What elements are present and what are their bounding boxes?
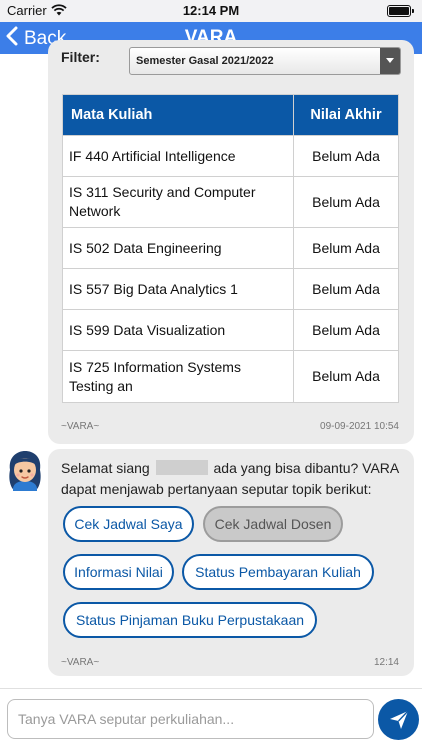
filter-label: Filter: [61, 49, 100, 65]
message-input[interactable] [7, 699, 374, 739]
table-row: IS 311 Security and Computer Network Bel… [62, 176, 399, 228]
chevron-down-icon [380, 48, 400, 74]
course-cell: IS 725 Information Systems Testing an [62, 350, 294, 403]
filter-value: Semester Gasal 2021/2022 [136, 55, 274, 67]
message-sender: ~VARA~ [61, 657, 100, 668]
column-header-course: Mata Kuliah [62, 94, 294, 136]
grade-cell: Belum Ada [293, 268, 399, 310]
grades-table: Mata Kuliah Nilai Akhir IF 440 Artificia… [62, 94, 399, 403]
message-sender: ~VARA~ [61, 421, 100, 432]
grade-cell: Belum Ada [293, 227, 399, 269]
table-row: IS 599 Data Visualization Belum Ada [62, 309, 399, 351]
send-button[interactable] [378, 699, 419, 740]
table-row: IS 557 Big Data Analytics 1 Belum Ada [62, 268, 399, 310]
redacted-name [155, 460, 208, 475]
status-time: 12:14 PM [182, 3, 240, 18]
grade-cell: Belum Ada [293, 309, 399, 351]
column-header-grade: Nilai Akhir [293, 94, 399, 136]
message-timestamp: 12:14 [373, 657, 399, 668]
greeting-text: Selamat siang ada yang bisa dibantu? VAR… [61, 458, 406, 500]
table-header-row: Mata Kuliah Nilai Akhir [62, 94, 399, 136]
grade-cell: Belum Ada [293, 350, 399, 403]
course-cell: IS 557 Big Data Analytics 1 [62, 268, 294, 310]
option-status-pinjaman-buku[interactable]: Status Pinjaman Buku Perpustakaan [63, 602, 317, 638]
course-cell: IS 599 Data Visualization [62, 309, 294, 351]
option-cek-jadwal-saya[interactable]: Cek Jadwal Saya [63, 506, 194, 542]
course-cell: IS 502 Data Engineering [62, 227, 294, 269]
course-cell: IS 311 Security and Computer Network [62, 176, 294, 228]
composer-bar [0, 688, 422, 751]
grade-cell: Belum Ada [293, 135, 399, 177]
table-row: IS 502 Data Engineering Belum Ada [62, 227, 399, 269]
greeting-message-bubble: Selamat siang ada yang bisa dibantu? VAR… [48, 449, 414, 676]
battery-icon [387, 5, 414, 17]
message-timestamp: 09-09-2021 10:54 [320, 421, 399, 432]
greeting-start: Selamat siang [61, 460, 150, 476]
grades-message-bubble: Filter: Semester Gasal 2021/2022 Mata Ku… [48, 40, 414, 444]
grade-cell: Belum Ada [293, 176, 399, 228]
option-informasi-nilai[interactable]: Informasi Nilai [63, 554, 174, 590]
course-cell: IF 440 Artificial Intelligence [62, 135, 294, 177]
table-row: IF 440 Artificial Intelligence Belum Ada [62, 135, 399, 177]
semester-filter-select[interactable]: Semester Gasal 2021/2022 [129, 47, 401, 75]
option-status-pembayaran-kuliah[interactable]: Status Pembayaran Kuliah [182, 554, 374, 590]
option-cek-jadwal-dosen[interactable]: Cek Jadwal Dosen [203, 506, 343, 542]
table-row: IS 725 Information Systems Testing an Be… [62, 350, 399, 403]
avatar-girl-icon [6, 450, 44, 492]
status-bar: Carrier 12:14 PM [0, 0, 422, 22]
